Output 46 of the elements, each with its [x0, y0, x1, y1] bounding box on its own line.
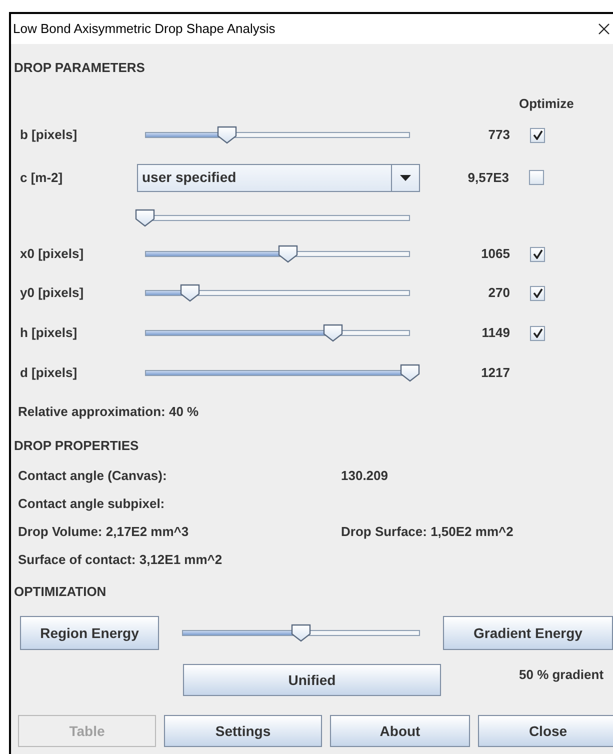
button[interactable]: Close	[478, 715, 613, 747]
parameter-value: 773	[488, 127, 510, 142]
button[interactable]: About	[330, 715, 470, 747]
slider-thumb[interactable]	[277, 245, 300, 263]
parameter-value: 1065	[481, 246, 510, 262]
approximation-text: Relative approximation: 40 %	[18, 402, 199, 421]
section-heading: DROP PROPERTIES	[14, 437, 139, 456]
property-value: Drop Surface: 1,50E2 mm^2	[341, 524, 514, 540]
parameter-label: y0 [pixels]	[20, 285, 84, 300]
parameter-label: h [pixels]	[20, 325, 78, 340]
button[interactable]: Unified	[183, 664, 441, 696]
checkbox[interactable]	[529, 170, 544, 185]
parameter-label: c [m-2]	[20, 170, 63, 185]
parameter-value: 270	[488, 285, 510, 300]
gradient-share-text: 50 % gradient	[519, 667, 604, 682]
dropdown[interactable]: user specified	[137, 164, 420, 192]
dropdown-arrow-icon	[400, 174, 411, 180]
property-label: Contact angle (Canvas):	[18, 468, 167, 484]
property-label: Surface of contact: 3,12E1 mm^2	[18, 552, 222, 568]
slider-thumb[interactable]	[179, 284, 202, 302]
checkbox[interactable]	[530, 128, 545, 142]
slider-thumb[interactable]	[134, 208, 156, 226]
parameter-value: 1217	[481, 365, 510, 380]
section-heading: OPTIMIZATION	[14, 583, 106, 602]
parameter-value: 9,57E3	[468, 170, 509, 185]
property-label: Contact angle subpixel:	[18, 496, 165, 512]
slider-thumb[interactable]	[399, 364, 421, 382]
checkbox[interactable]	[530, 326, 545, 340]
parameter-label: d [pixels]	[20, 365, 78, 380]
parameter-value: 1149	[482, 325, 510, 340]
slider-thumb[interactable]	[216, 126, 238, 144]
column-header: Optimize	[519, 94, 574, 113]
button[interactable]: Settings	[164, 715, 322, 747]
section-heading: DROP PARAMETERS	[14, 59, 145, 78]
parameter-label: b [pixels]	[20, 127, 78, 142]
slider-thumb[interactable]	[290, 624, 312, 642]
slider-thumb[interactable]	[322, 324, 344, 342]
button[interactable]: Region Energy	[20, 616, 159, 650]
checkbox[interactable]	[530, 246, 545, 262]
button[interactable]: Gradient Energy	[443, 616, 613, 650]
property-value: 130.209	[341, 468, 388, 484]
checkbox[interactable]	[530, 286, 545, 300]
parameter-label: x0 [pixels]	[20, 246, 84, 262]
property-label: Drop Volume: 2,17E2 mm^3	[18, 524, 189, 540]
close-icon[interactable]	[598, 23, 610, 35]
window-title: Low Bond Axisymmetric Drop Shape Analysis	[13, 20, 276, 38]
